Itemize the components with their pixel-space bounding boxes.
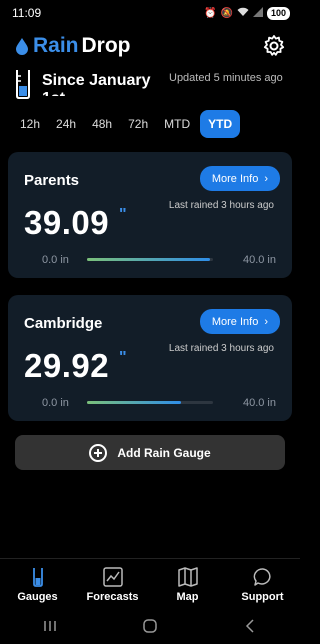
rain-gauge-icon [16, 70, 30, 99]
period-title: Since January 1st [42, 72, 151, 96]
tab-ytd[interactable]: YTD [200, 110, 241, 138]
tab-72h[interactable]: 72h [122, 110, 154, 138]
rain-progress-bar [87, 258, 213, 261]
status-time: 11:09 [12, 6, 42, 20]
time-range-tabs: 12h 24h 48h 72h MTD YTD [14, 110, 241, 138]
rain-progress-fill [87, 401, 182, 404]
recent-apps-icon[interactable] [42, 618, 58, 634]
chart-icon [102, 567, 123, 587]
tab-12h[interactable]: 12h [14, 110, 46, 138]
add-rain-gauge-label: Add Rain Gauge [117, 445, 211, 460]
nav-map[interactable]: Map [153, 567, 223, 603]
more-info-button[interactable]: More Info › [199, 309, 280, 334]
app-logo: Rain Drop [14, 34, 131, 58]
range-max: 40.0 in [242, 254, 276, 266]
status-bar: 11:09 ⏰ 🔕 100 [0, 0, 300, 26]
tab-48h[interactable]: 48h [86, 110, 118, 138]
gauge-icon [32, 568, 43, 587]
last-rained-text: Last rained 3 hours ago [168, 200, 274, 211]
updated-text: Updated 5 minutes ago [169, 72, 283, 84]
brand-rain: Rain [33, 34, 79, 57]
gauge-name: Parents [24, 172, 80, 189]
chat-icon [253, 568, 271, 586]
alarm-icon: ⏰ [204, 7, 217, 19]
mute-icon: 🔕 [220, 7, 233, 19]
settings-gear-icon[interactable] [262, 34, 286, 58]
nav-forecasts[interactable]: Forecasts [78, 567, 148, 603]
inch-unit: " [119, 206, 127, 223]
gauge-card-cambridge[interactable]: Cambridge More Info › Last rained 3 hour… [8, 295, 292, 421]
range-max: 40.0 in [242, 397, 276, 409]
chevron-right-icon: › [264, 172, 268, 185]
nav-support[interactable]: Support [228, 567, 298, 603]
map-icon [177, 567, 198, 587]
more-info-label: More Info [211, 315, 259, 328]
home-icon[interactable] [142, 618, 158, 634]
last-rained-text: Last rained 3 hours ago [168, 343, 274, 354]
wifi-icon [237, 7, 249, 20]
rain-progress-fill [87, 258, 211, 261]
nav-gauges-label: Gauges [17, 591, 58, 603]
tab-24h[interactable]: 24h [50, 110, 82, 138]
tab-mtd[interactable]: MTD [158, 110, 196, 138]
period-header: Since January 1st Updated 5 minutes ago [14, 66, 286, 102]
back-icon[interactable] [242, 618, 258, 634]
nav-forecasts-label: Forecasts [86, 591, 139, 603]
inch-unit: " [119, 349, 127, 366]
app-header: Rain Drop [0, 30, 300, 62]
nav-gauges[interactable]: Gauges [3, 567, 73, 603]
status-icons: ⏰ 🔕 100 [204, 6, 290, 20]
nav-support-label: Support [241, 591, 284, 603]
rain-progress-bar [87, 401, 213, 404]
range-min: 0.0 in [42, 254, 69, 266]
add-rain-gauge-button[interactable]: Add Rain Gauge [15, 435, 285, 470]
rain-amount: 29.92 [24, 347, 110, 384]
range-min: 0.0 in [42, 397, 69, 409]
bottom-nav: Gauges Forecasts Map Support [0, 558, 300, 608]
brand-drop: Drop [81, 34, 131, 57]
more-info-button[interactable]: More Info › [199, 166, 280, 191]
rain-amount: 39.09 [24, 204, 110, 241]
gauge-card-parents[interactable]: Parents More Info › Last rained 3 hours … [8, 152, 292, 278]
battery-indicator: 100 [266, 6, 290, 20]
system-nav-bar [0, 608, 300, 644]
chevron-right-icon: › [264, 315, 268, 328]
nav-map-label: Map [176, 591, 199, 603]
raindrop-logo-icon [16, 38, 28, 55]
signal-icon [252, 6, 263, 20]
plus-circle-icon [89, 443, 108, 462]
gauge-name: Cambridge [24, 315, 103, 332]
more-info-label: More Info [211, 172, 259, 185]
